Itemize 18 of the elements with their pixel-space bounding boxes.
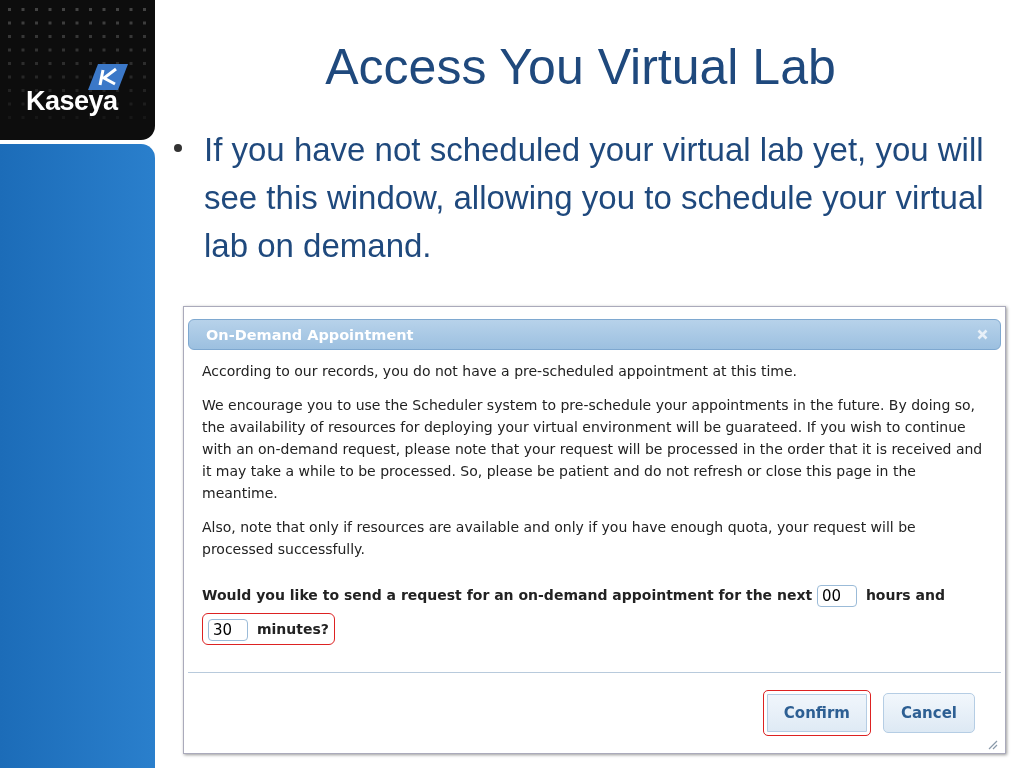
question-text: hours and <box>865 587 945 603</box>
question-text: minutes? <box>256 621 329 637</box>
hours-field[interactable]: 00 <box>817 585 858 607</box>
logo-icon <box>86 62 130 92</box>
dialog-button[interactable]: Confirm <box>762 690 871 736</box>
dialog-paragraph: Also, note that only if resources are available and only if you have enough quota, your request will be processed successfully. <box>202 518 917 559</box>
dialog-title: On-Demand Appointment <box>206 326 414 343</box>
dialog-paragraph: According to our records, you do not have a pre-scheduled appointment at this time. <box>202 362 799 381</box>
bullet-text: If you have not scheduled your virtual lab yet, you will see this window, allowing you to schedule your virtual lab on demand. <box>204 130 985 266</box>
close-icon[interactable] <box>977 329 988 340</box>
question-text: Would you like to send a request for an on-demand appointment for the next <box>202 587 813 603</box>
dialog-button[interactable]: Cancel <box>883 693 975 733</box>
slide-title: Access You Virtual Lab <box>324 38 837 96</box>
bullet-icon <box>174 144 182 152</box>
brand-name: Kaseya <box>26 86 118 117</box>
minutes-field[interactable]: 30 <box>208 619 248 641</box>
resize-grip-icon[interactable] <box>986 738 998 750</box>
dialog-paragraph: We encourage you to use the Scheduler system to pre-schedule your appointments in the future. By doing so, the availability of resources for deploying your virtual environment will be guarateed. If you wish to continue with an on-demand request, please note that your request will be processed in the order that it is received and it may take a while to be processed. So, please be patient and do not refresh or close this page in the meantime. <box>202 396 984 503</box>
